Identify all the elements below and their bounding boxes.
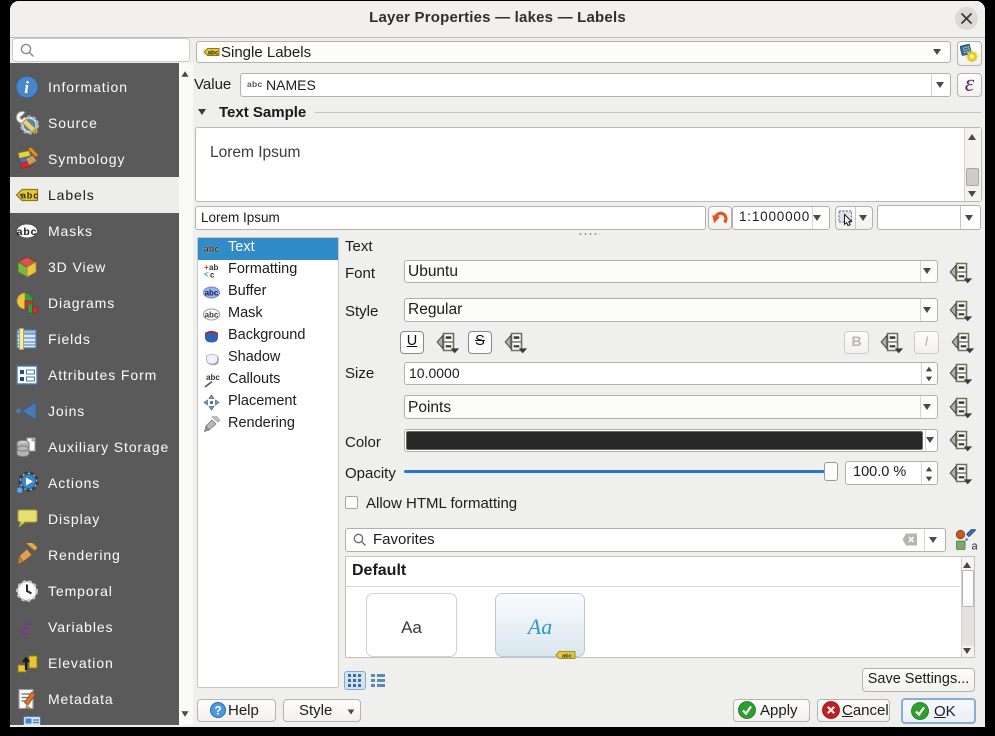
svg-text:abc: abc — [207, 50, 218, 57]
svg-text:abc: abc — [21, 191, 39, 201]
svg-text:a: a — [972, 541, 978, 553]
svg-text:abc: abc — [206, 373, 220, 382]
svg-text:abc: abc — [205, 311, 219, 320]
svg-text:abc: abc — [205, 289, 219, 298]
svg-text:?: ? — [214, 706, 221, 718]
svg-text:c: c — [210, 271, 215, 280]
svg-text:abc: abc — [562, 653, 572, 659]
svg-text:abc: abc — [17, 226, 38, 238]
svg-text:ε: ε — [21, 615, 32, 639]
svg-text:<: < — [204, 270, 209, 279]
svg-text:i: i — [24, 78, 30, 97]
svg-text:abc: abc — [203, 244, 219, 255]
